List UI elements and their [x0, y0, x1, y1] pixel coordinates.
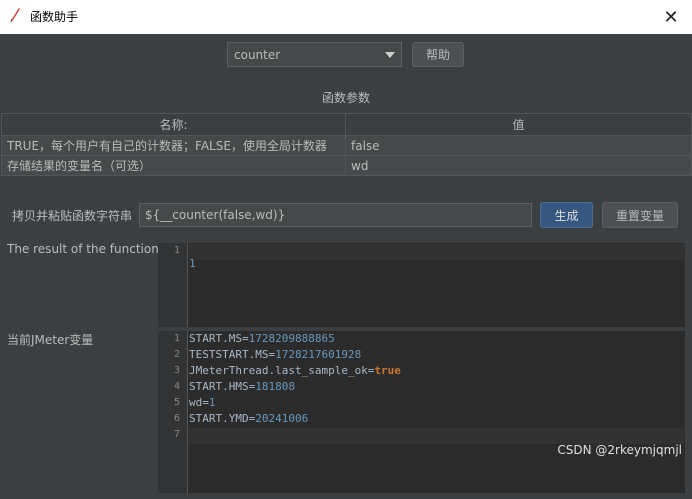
param-value-cell[interactable]: wd [345, 155, 692, 176]
editor-line[interactable]: 1 [189, 244, 685, 270]
column-header-name[interactable]: 名称: [1, 113, 346, 136]
line-number: 3 [173, 365, 180, 376]
close-icon[interactable]: ✕ [650, 0, 692, 34]
param-value-cell[interactable]: false [345, 135, 692, 156]
var-value: 181808 [255, 380, 295, 393]
editor-line[interactable]: START.HMS=181808 [189, 380, 685, 396]
function-select-value: counter [234, 48, 281, 62]
watermark: CSDN @2rkeymjqmjl [557, 443, 682, 457]
editor-line[interactable]: JMeterThread.last_sample_ok=true [189, 364, 685, 380]
param-name-cell[interactable]: TRUE，每个用户有自己的计数器；FALSE，使用全局计数器 [1, 135, 346, 156]
reset-variables-button[interactable]: 重置变量 [602, 202, 678, 228]
var-key: START.HMS= [189, 380, 256, 393]
var-key: START.YMD= [189, 412, 256, 425]
line-number: 1 [173, 245, 180, 256]
result-editor[interactable]: 1 1 [158, 243, 685, 327]
line-number: 7 [173, 429, 180, 440]
line-number: 4 [173, 381, 180, 392]
copy-string-label: 拷贝并粘贴函数字符串 [12, 209, 133, 223]
column-header-value[interactable]: 值 [345, 113, 692, 136]
line-number: 5 [173, 397, 180, 408]
chevron-down-icon[interactable] [385, 52, 395, 58]
jmeter-variables-label: 当前JMeter变量 [7, 333, 94, 347]
var-value: 1 [208, 396, 216, 409]
window-title: 函数助手 [30, 10, 79, 24]
function-helper-dialog: counter 帮助 函数参数 名称: 值 TRUE，每个用户有自己的计数器；F… [0, 34, 692, 499]
editor-line[interactable]: wd=1 [189, 396, 685, 412]
var-key: TESTSTART.MS= [189, 348, 276, 361]
var-key: JMeterThread.last_sample_ok= [189, 364, 375, 377]
param-name-cell[interactable]: 存储结果的变量名（可选） [1, 155, 346, 176]
var-value: true [374, 364, 401, 377]
title-bar: 函数助手 ✕ [0, 0, 692, 34]
line-number: 2 [173, 349, 180, 360]
table-row[interactable]: TRUE，每个用户有自己的计数器；FALSE，使用全局计数器 false [1, 135, 692, 156]
function-string-field[interactable]: ${__counter(false,wd)} [139, 203, 532, 227]
line-number: 1 [173, 333, 180, 344]
editor-line[interactable]: TESTSTART.MS=1728217601928 [189, 348, 685, 364]
var-value: 1728209888865 [248, 332, 335, 345]
function-select[interactable]: counter [227, 42, 402, 67]
var-key: wd= [189, 396, 209, 409]
line-number: 6 [173, 413, 180, 424]
help-button[interactable]: 帮助 [412, 42, 464, 67]
generate-button[interactable]: 生成 [540, 202, 593, 228]
table-row[interactable]: 存储结果的变量名（可选） wd [1, 155, 692, 176]
result-label: The result of the function is [7, 242, 173, 256]
params-section-title: 函数参数 [321, 91, 370, 105]
feather-icon [10, 8, 20, 23]
var-value: 1728217601928 [275, 348, 362, 361]
result-value: 1 [189, 257, 196, 270]
editor-line[interactable]: START.MS=1728209888865 [189, 332, 685, 348]
var-value: 20241006 [255, 412, 309, 425]
editor-line[interactable]: START.YMD=20241006 [189, 412, 685, 428]
params-table: 名称: 值 TRUE，每个用户有自己的计数器；FALSE，使用全局计数器 fal… [1, 113, 692, 176]
var-key: START.MS= [189, 332, 249, 345]
editor-line[interactable] [189, 428, 685, 444]
variables-editor[interactable]: 1 START.MS=1728209888865 2 TESTSTART.MS=… [158, 331, 685, 493]
